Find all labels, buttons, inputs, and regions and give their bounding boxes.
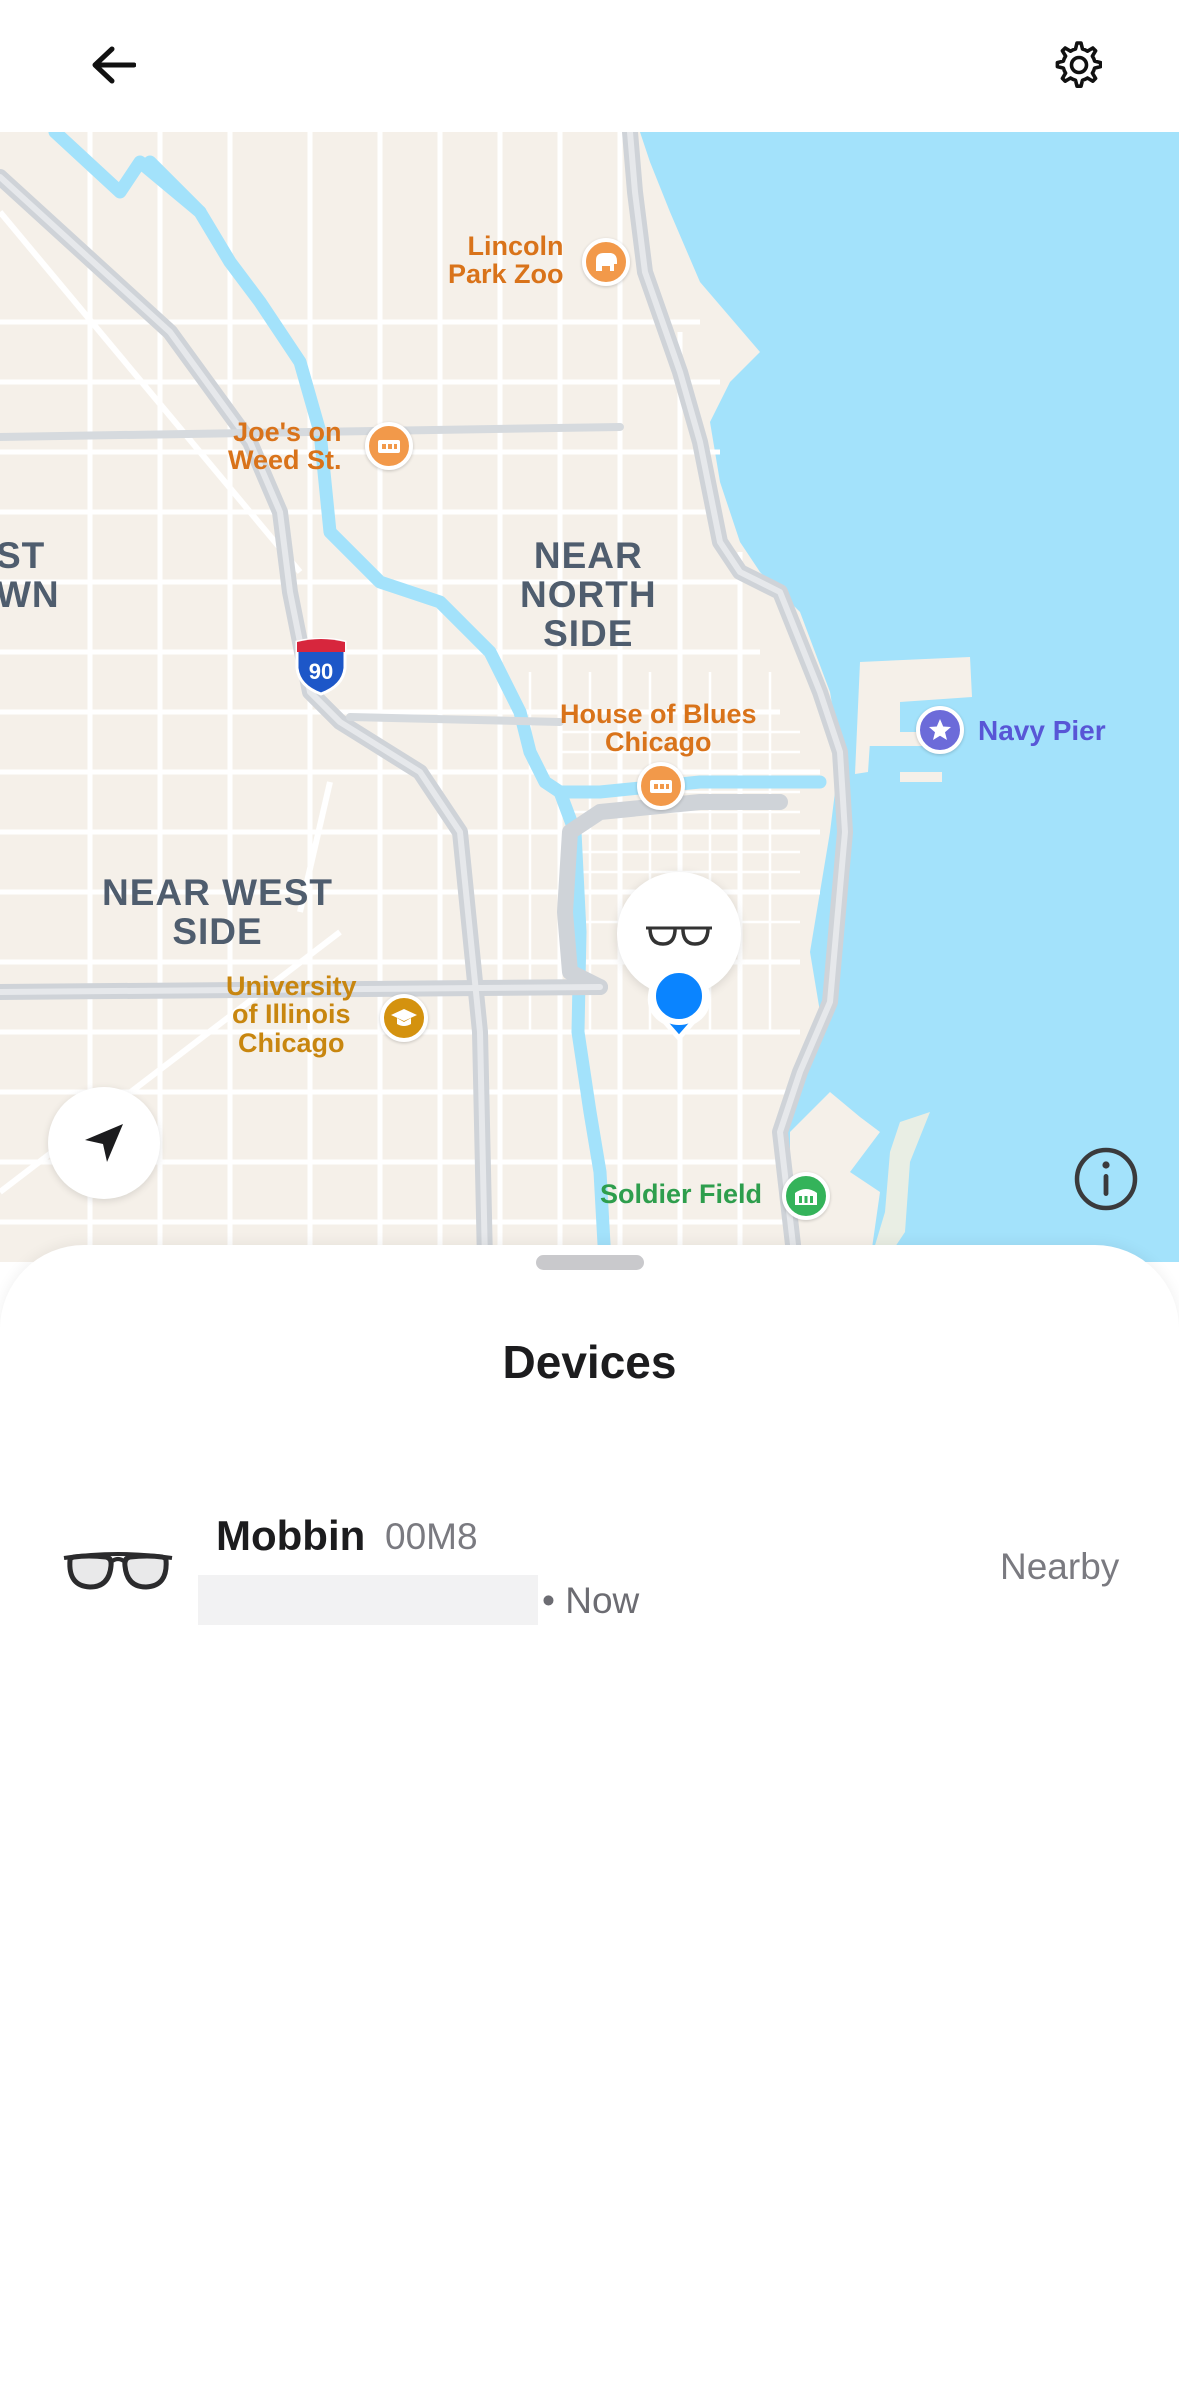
- device-location-pin-icon[interactable]: [643, 962, 715, 1042]
- info-icon: [1074, 1147, 1138, 1211]
- interstate-shield-icon: 90: [295, 638, 347, 696]
- poi-label-joes-on-weed: Joe's on Weed St.: [228, 417, 342, 476]
- glasses-icon: [646, 926, 712, 946]
- recenter-location-button[interactable]: [48, 1087, 160, 1199]
- map-info-button[interactable]: [1072, 1145, 1140, 1213]
- zoo-icon[interactable]: [582, 238, 630, 286]
- sheet-title: Devices: [502, 1336, 677, 1388]
- map-base: [0, 132, 1179, 1262]
- device-proximity-status: Nearby: [1000, 1546, 1120, 1587]
- neighborhood-label-partial: ST WN: [0, 535, 60, 615]
- device-name: Mobbin: [216, 1512, 366, 1559]
- redacted-location: [198, 1575, 538, 1625]
- poi-label-house-of-blues: House of Blues Chicago: [560, 699, 757, 758]
- graduation-cap-icon[interactable]: [380, 994, 428, 1042]
- arrow-left-icon: [92, 46, 136, 84]
- top-bar: [0, 0, 1179, 132]
- poi-label-navy-pier: Navy Pier: [978, 715, 1106, 746]
- music-venue-icon[interactable]: [365, 422, 413, 470]
- sheet-grabber[interactable]: [536, 1255, 644, 1270]
- device-list-item[interactable]: Mobbin 00M8 • Now Nearby: [0, 1500, 1179, 1650]
- settings-button[interactable]: [1042, 30, 1112, 100]
- gear-icon: [1055, 41, 1102, 88]
- glasses-icon: [63, 1552, 173, 1590]
- highway-number: 90: [309, 659, 333, 684]
- stadium-icon[interactable]: [782, 1172, 830, 1220]
- location-arrow-icon: [85, 1124, 123, 1162]
- poi-label-lincoln-park-zoo: Lincoln Park Zoo: [448, 231, 564, 290]
- device-last-seen: • Now: [542, 1580, 640, 1621]
- neighborhood-label-near-north-side: NEAR NORTH SIDE: [520, 535, 657, 654]
- music-venue-icon[interactable]: [637, 762, 685, 810]
- star-icon[interactable]: [916, 706, 964, 754]
- map-view[interactable]: 90 NEAR NORTH SIDE NEAR WEST SIDE ST WN …: [0, 132, 1179, 1262]
- device-model: 00M8: [385, 1516, 478, 1557]
- devices-bottom-sheet[interactable]: Devices Mobbin 00M8 • Now Nearby: [0, 1245, 1179, 2396]
- poi-label-university-of-illinois-chicago: University of Illinois Chicago: [226, 971, 357, 1058]
- poi-label-soldier-field: Soldier Field: [600, 1179, 763, 1209]
- neighborhood-label-near-west-side: NEAR WEST SIDE: [102, 872, 333, 952]
- back-button[interactable]: [78, 30, 148, 100]
